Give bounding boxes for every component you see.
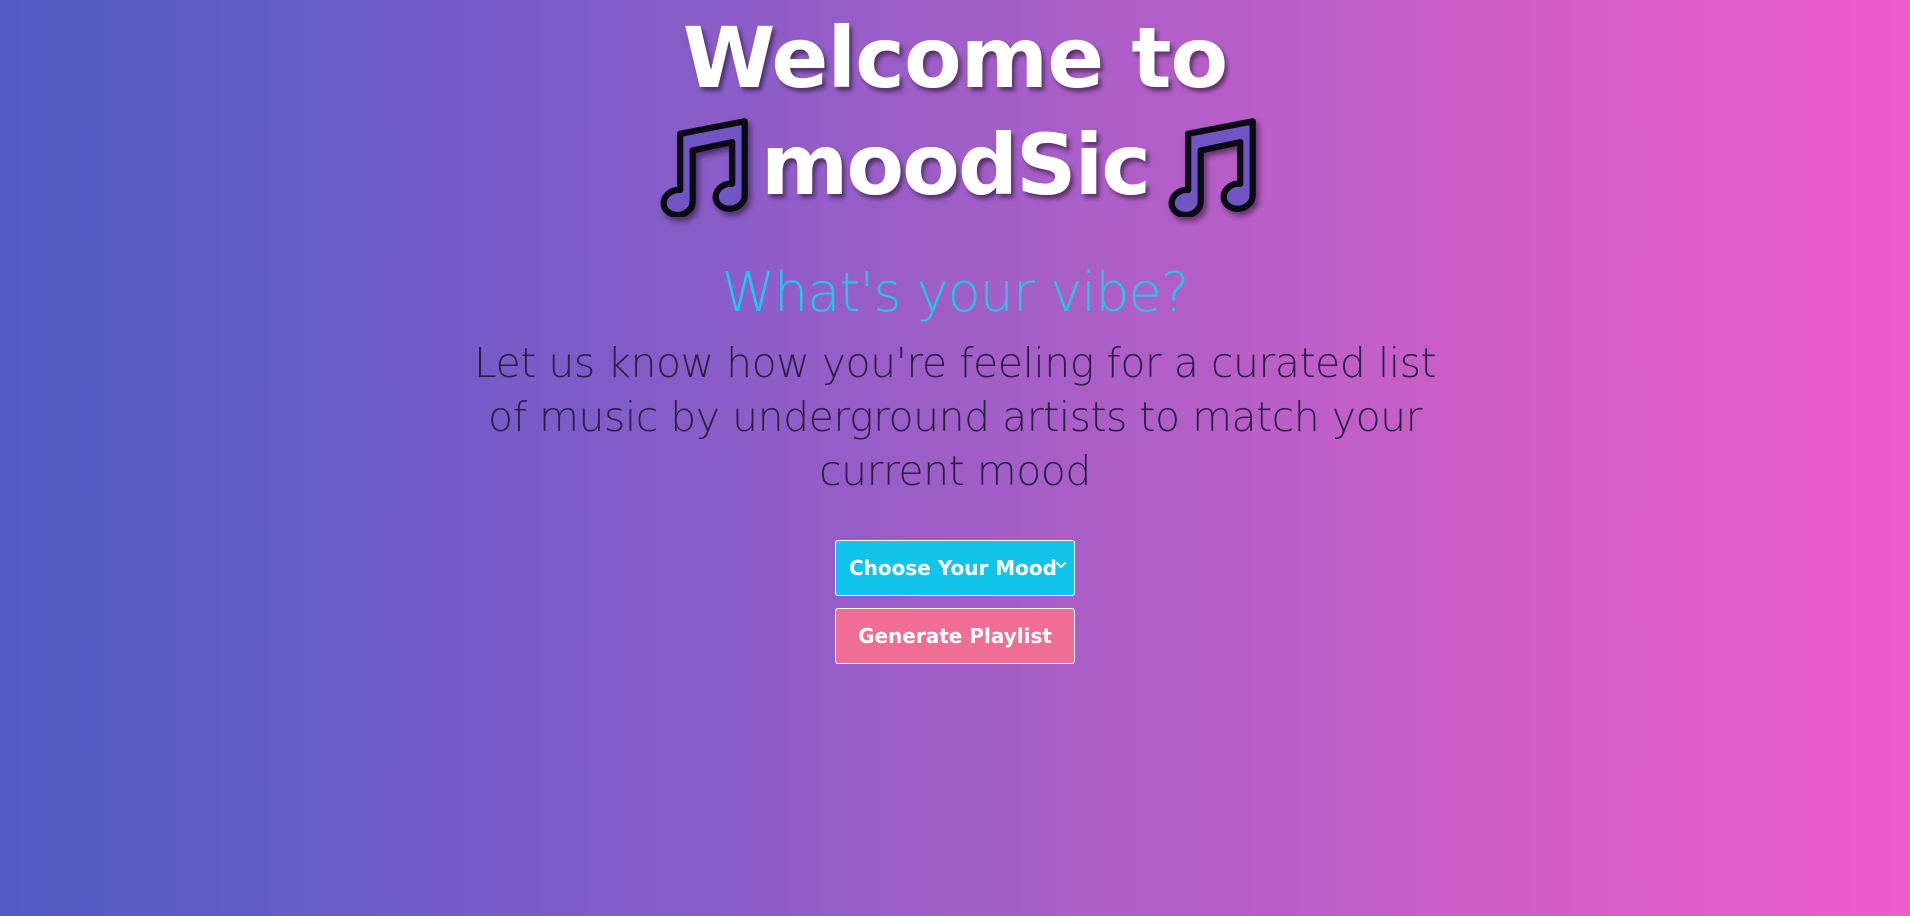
brand-title: moodSic <box>0 110 1910 220</box>
music-notes-icon <box>660 118 748 217</box>
music-notes-icon <box>1168 118 1256 217</box>
generate-playlist-label: Generate Playlist <box>858 624 1052 648</box>
mood-select-dropdown[interactable]: Choose Your Mood <box>835 540 1075 596</box>
page-title-welcome: Welcome to <box>682 9 1229 107</box>
description-text: Let us know how you're feeling for a cur… <box>473 339 1437 495</box>
subtitle-vibe: What's your vibe? <box>721 261 1190 324</box>
generate-playlist-button[interactable]: Generate Playlist <box>835 608 1075 664</box>
chevron-down-icon <box>1056 562 1066 568</box>
mood-select-label: Choose Your Mood <box>849 556 1057 580</box>
brand-name: moodSic <box>760 116 1151 214</box>
